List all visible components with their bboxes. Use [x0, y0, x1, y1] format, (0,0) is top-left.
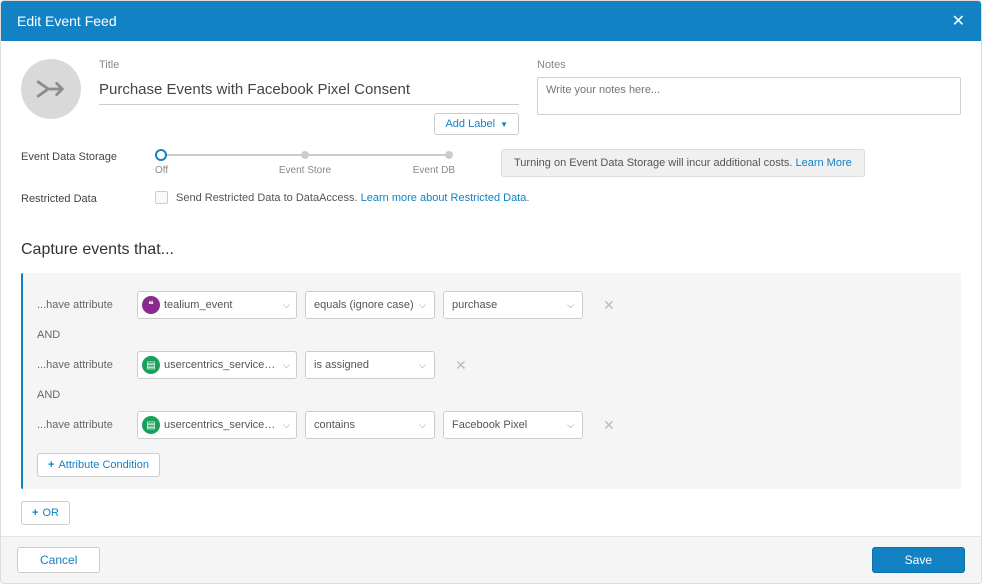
operator-select-1[interactable]: equals (ignore case) ⌵ — [305, 291, 435, 319]
chevron-down-icon: ⌵ — [567, 300, 574, 311]
attribute-select-1[interactable]: ❝ tealium_event ⌵ — [137, 291, 297, 319]
rule-row-1: ...have attribute ❝ tealium_event ⌵ equa… — [37, 291, 947, 319]
cancel-button[interactable]: Cancel — [17, 547, 100, 573]
chevron-down-icon: ⌵ — [419, 420, 426, 431]
save-button[interactable]: Save — [872, 547, 965, 573]
add-label-button[interactable]: Add Label ▼ — [434, 113, 519, 135]
notes-label: Notes — [537, 59, 961, 71]
chevron-down-icon: ⌵ — [283, 360, 290, 371]
chevron-down-icon: ⌵ — [567, 420, 574, 431]
attribute-select-2[interactable]: ▤ usercentrics_services_with_... ⌵ — [137, 351, 297, 379]
rules-container: ...have attribute ❝ tealium_event ⌵ equa… — [21, 273, 961, 489]
remove-rule-icon[interactable]: ✕ — [603, 297, 615, 314]
title-input[interactable] — [99, 77, 519, 105]
array-type-icon: ▤ — [142, 416, 160, 434]
operator-select-2[interactable]: is assigned ⌵ — [305, 351, 435, 379]
restricted-learn-more-link[interactable]: Learn more about Restricted Data. — [361, 192, 530, 204]
rule-row-3: ...have attribute ▤ usercentrics_service… — [37, 411, 947, 439]
chevron-down-icon: ⌵ — [283, 300, 290, 311]
and-label: AND — [37, 329, 947, 341]
remove-rule-icon[interactable]: ✕ — [603, 417, 615, 434]
value-select-1[interactable]: purchase ⌵ — [443, 291, 583, 319]
storage-warning: Turning on Event Data Storage will incur… — [501, 149, 865, 177]
remove-rule-icon[interactable]: ✕ — [455, 357, 467, 374]
capture-section-title: Capture events that... — [21, 241, 961, 259]
chevron-down-icon: ⌵ — [419, 360, 426, 371]
array-type-icon: ▤ — [142, 356, 160, 374]
add-attribute-condition-button[interactable]: + Attribute Condition — [37, 453, 160, 477]
string-type-icon: ❝ — [142, 296, 160, 314]
chevron-down-icon: ⌵ — [283, 420, 290, 431]
chevron-down-icon: ⌵ — [419, 300, 426, 311]
slider-off-label: Off — [155, 165, 215, 176]
restricted-checkbox[interactable] — [155, 191, 168, 204]
notes-textarea[interactable] — [537, 77, 961, 115]
chevron-down-icon: ▼ — [500, 120, 508, 129]
slider-handle[interactable] — [155, 149, 167, 161]
plus-icon: + — [32, 507, 38, 519]
attribute-select-3[interactable]: ▤ usercentrics_services_with_... ⌵ — [137, 411, 297, 439]
modal-title: Edit Event Feed — [17, 13, 117, 29]
close-icon[interactable]: ✕ — [952, 11, 965, 31]
title-label: Title — [99, 59, 519, 71]
add-or-button[interactable]: + OR — [21, 501, 70, 525]
storage-slider[interactable] — [155, 151, 455, 159]
rule-row-2: ...have attribute ▤ usercentrics_service… — [37, 351, 947, 379]
operator-select-3[interactable]: contains ⌵ — [305, 411, 435, 439]
storage-label: Event Data Storage — [21, 149, 141, 163]
restricted-label: Restricted Data — [21, 191, 141, 205]
slider-right-label: Event DB — [395, 165, 455, 176]
feed-icon — [21, 59, 81, 119]
modal-header: Edit Event Feed ✕ — [1, 1, 981, 41]
learn-more-link[interactable]: Learn More — [795, 157, 851, 169]
value-select-3[interactable]: Facebook Pixel ⌵ — [443, 411, 583, 439]
and-label: AND — [37, 389, 947, 401]
slider-mid-label: Event Store — [275, 165, 335, 176]
plus-icon: + — [48, 459, 54, 471]
